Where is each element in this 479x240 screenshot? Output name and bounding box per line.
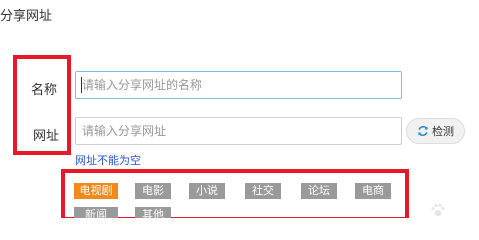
check-button-label: 检测: [432, 126, 454, 138]
paw-watermark-icon: [430, 203, 446, 217]
tag-social[interactable]: 社交: [245, 183, 281, 199]
name-input[interactable]: [75, 71, 402, 99]
refresh-icon: [417, 125, 429, 137]
tag-tv-series[interactable]: 电视剧: [74, 183, 118, 199]
tag-movie[interactable]: 电影: [135, 183, 171, 199]
tag-forum[interactable]: 论坛: [301, 183, 337, 199]
tag-ecommerce[interactable]: 电商: [355, 183, 391, 199]
check-button[interactable]: 检测: [406, 118, 465, 144]
url-label: 网址: [33, 128, 60, 143]
share-url-dialog: 分享网址 名称 网址 检测 网址不能为空 电视剧 电影 小说 社交 论坛 电商 …: [0, 0, 479, 218]
tag-news[interactable]: 新闻: [74, 207, 118, 218]
name-label: 名称: [31, 82, 58, 97]
url-input[interactable]: [75, 117, 402, 145]
tag-novel[interactable]: 小说: [189, 183, 225, 199]
tag-other[interactable]: 其他: [135, 207, 171, 218]
text-caret: [81, 77, 82, 93]
url-error-message: 网址不能为空: [75, 155, 141, 167]
dialog-title: 分享网址: [0, 8, 53, 23]
